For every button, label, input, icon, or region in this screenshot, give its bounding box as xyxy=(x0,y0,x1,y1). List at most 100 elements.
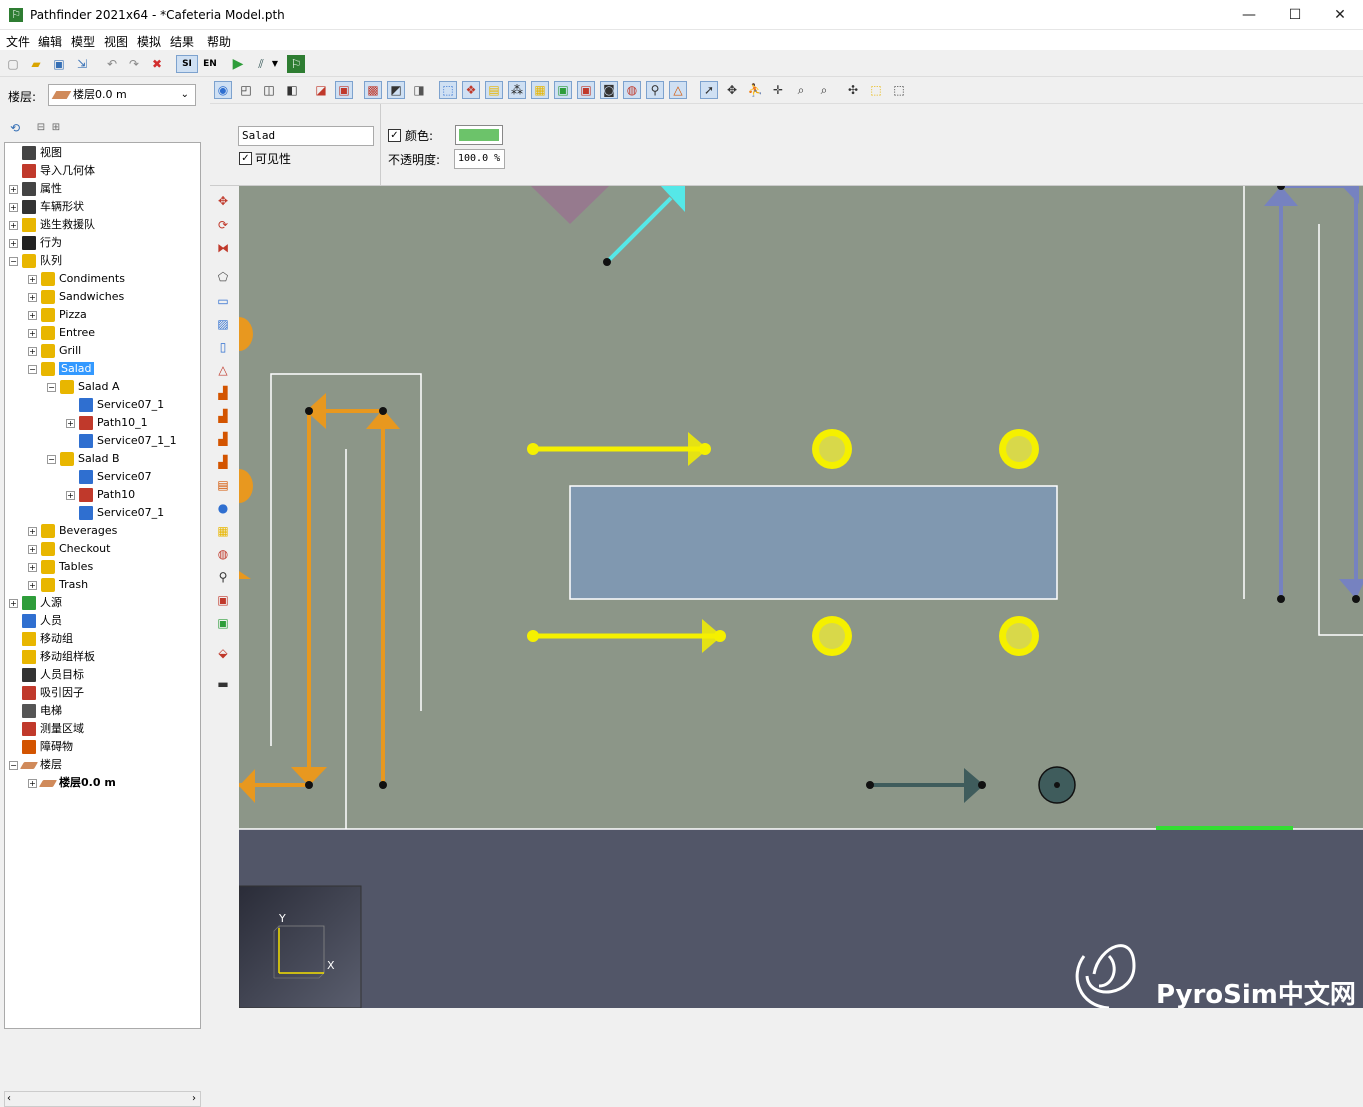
exit-runner-icon[interactable]: ⚐ xyxy=(287,55,305,73)
expand-icon[interactable]: + xyxy=(28,580,37,590)
path-end-node[interactable] xyxy=(699,443,711,455)
maximize-button[interactable]: ☐ xyxy=(1272,0,1318,30)
room-view-icon[interactable]: ▣ xyxy=(335,81,353,99)
expand-icon[interactable]: + xyxy=(28,778,37,788)
ramp-tool-icon[interactable]: ▟ xyxy=(214,430,232,448)
mirror-icon[interactable]: ⧓ xyxy=(214,239,232,257)
collapse-icon[interactable]: − xyxy=(47,454,56,464)
expand-icon[interactable]: + xyxy=(28,292,37,302)
floor-select[interactable]: 楼层0.0 m ⌄ xyxy=(48,84,196,106)
ceiling-toggle-icon[interactable]: ◨ xyxy=(410,81,428,99)
ruler-icon[interactable]: ▬ xyxy=(214,675,232,693)
queue-toggle-icon[interactable]: ▤ xyxy=(485,81,503,99)
tree-item-视图[interactable]: 视图 xyxy=(9,144,62,162)
tree-item-salad-b[interactable]: − Salad B xyxy=(47,450,120,468)
expand-icon[interactable]: + xyxy=(28,562,37,572)
expand-icon[interactable]: + xyxy=(9,238,18,248)
tree-item-障碍物[interactable]: 障碍物 xyxy=(9,738,73,756)
camera-icon[interactable]: ◙ xyxy=(600,81,618,99)
magnet-tool-icon[interactable]: ◍ xyxy=(214,545,232,563)
expand-icon[interactable]: + xyxy=(66,490,75,500)
zoom-icon[interactable]: ⌕ xyxy=(792,81,810,99)
tree-item-人源[interactable]: + 人源 xyxy=(9,594,62,612)
stair-tool-icon[interactable]: ▟ xyxy=(214,384,232,402)
new-file-icon[interactable]: ▢ xyxy=(4,55,22,73)
expand-icon[interactable]: + xyxy=(66,418,75,428)
axis-widget[interactable] xyxy=(239,885,362,1008)
fit-all-icon[interactable]: ⬚ xyxy=(890,81,908,99)
path-start-node[interactable] xyxy=(527,443,539,455)
occupant-tool-icon[interactable]: ● xyxy=(214,499,232,517)
close-window-button[interactable]: ✕ xyxy=(1317,0,1363,30)
tree-item-测量区域[interactable]: 测量区域 xyxy=(9,720,84,738)
undo-icon[interactable]: ↶ xyxy=(103,55,121,73)
target-toggle-icon[interactable]: ⚲ xyxy=(646,81,664,99)
geometry-icon[interactable]: ❖ xyxy=(462,81,480,99)
collapse-icon[interactable]: − xyxy=(47,382,56,392)
expand-icon[interactable]: + xyxy=(9,598,18,608)
walls-toggle-icon[interactable]: ▩ xyxy=(364,81,382,99)
escalator-tool-icon[interactable]: ▟ xyxy=(214,453,232,471)
elevator-tool-icon[interactable]: ▣ xyxy=(214,614,232,632)
tree-item-trash[interactable]: + Trash xyxy=(28,576,88,594)
minimize-button[interactable]: — xyxy=(1226,0,1272,30)
path-node[interactable] xyxy=(305,407,313,415)
room-tool-icon[interactable]: ⬠ xyxy=(214,268,232,286)
door-tool-icon[interactable]: ▯ xyxy=(214,338,232,356)
color-checkbox[interactable]: ✓ xyxy=(388,129,401,142)
tree-item-楼层0.0-m[interactable]: + 楼层0.0 m xyxy=(28,774,116,792)
source-tool-icon[interactable]: ▤ xyxy=(214,476,232,494)
expand-icon[interactable]: + xyxy=(9,202,18,212)
rotate-icon[interactable]: ⟳ xyxy=(214,216,232,234)
delete-icon[interactable]: ✖ xyxy=(148,55,166,73)
tree-item-service07_1[interactable]: Service07_1 xyxy=(66,396,164,414)
viewport-canvas[interactable]: Y X xyxy=(239,186,1363,1008)
tree-item-车辆形状[interactable]: + 车辆形状 xyxy=(9,198,84,216)
redo-icon[interactable]: ↷ xyxy=(125,55,143,73)
camera-tool-icon[interactable]: ⬙ xyxy=(214,644,232,662)
tree-item-salad-a[interactable]: − Salad A xyxy=(47,378,120,396)
expand-icon[interactable]: + xyxy=(9,220,18,230)
orbit-icon[interactable]: ✥ xyxy=(723,81,741,99)
menu-model[interactable]: 模型 xyxy=(71,33,95,50)
orbit-view-icon[interactable]: ◉ xyxy=(214,81,232,99)
tree-item-移动组[interactable]: 移动组 xyxy=(9,630,73,648)
tree-item-吸引因子[interactable]: 吸引因子 xyxy=(9,684,84,702)
path-start-node[interactable] xyxy=(527,630,539,642)
expand-icon[interactable]: + xyxy=(28,544,37,554)
path-node[interactable] xyxy=(978,781,986,789)
tree-horizontal-scrollbar[interactable]: ‹ › xyxy=(4,1091,201,1107)
tree-item-行为[interactable]: + 行为 xyxy=(9,234,62,252)
collapse-icon[interactable]: − xyxy=(28,364,37,374)
menu-file[interactable]: 文件 xyxy=(6,33,30,50)
tree-item-path10[interactable]: + Path10 xyxy=(66,486,135,504)
scroll-right-icon[interactable]: › xyxy=(192,1092,196,1106)
expand-icon[interactable]: + xyxy=(28,526,37,536)
cone-toggle-icon[interactable]: △ xyxy=(669,81,687,99)
path-node[interactable] xyxy=(305,781,313,789)
export-icon[interactable]: ⇲ xyxy=(73,55,91,73)
path-node[interactable] xyxy=(603,258,611,266)
tree-item-condiments[interactable]: + Condiments xyxy=(28,270,125,288)
menu-simulate[interactable]: 模拟 xyxy=(137,33,161,50)
save-icon[interactable]: ▣ xyxy=(50,55,68,73)
color-picker-button[interactable] xyxy=(455,125,503,145)
tree-item-队列[interactable]: − 队列 xyxy=(9,252,62,270)
floor-toggle-icon[interactable]: ◩ xyxy=(387,81,405,99)
menu-edit[interactable]: 编辑 xyxy=(38,33,62,50)
tree-item-salad[interactable]: − Salad xyxy=(28,360,94,378)
serving-counter[interactable] xyxy=(569,485,1058,600)
stair2-tool-icon[interactable]: ▟ xyxy=(214,407,232,425)
results-dropdown-icon[interactable]: ▼ xyxy=(270,55,280,73)
tree-item-pizza[interactable]: + Pizza xyxy=(28,306,87,324)
footprint-icon[interactable]: ⁂ xyxy=(508,81,526,99)
walk-icon[interactable]: ⛹ xyxy=(746,81,764,99)
fit-selection-icon[interactable]: ⬚ xyxy=(867,81,885,99)
tree-item-sandwiches[interactable]: + Sandwiches xyxy=(28,288,124,306)
tree-item-逃生救援队[interactable]: + 逃生救援队 xyxy=(9,216,95,234)
box-select-icon[interactable]: ◪ xyxy=(312,81,330,99)
en-units-button[interactable]: EN xyxy=(200,55,220,73)
expand-icon[interactable]: + xyxy=(28,274,37,284)
menu-view[interactable]: 视图 xyxy=(104,33,128,50)
sync-tree-icon[interactable]: ⟲ xyxy=(6,119,24,137)
